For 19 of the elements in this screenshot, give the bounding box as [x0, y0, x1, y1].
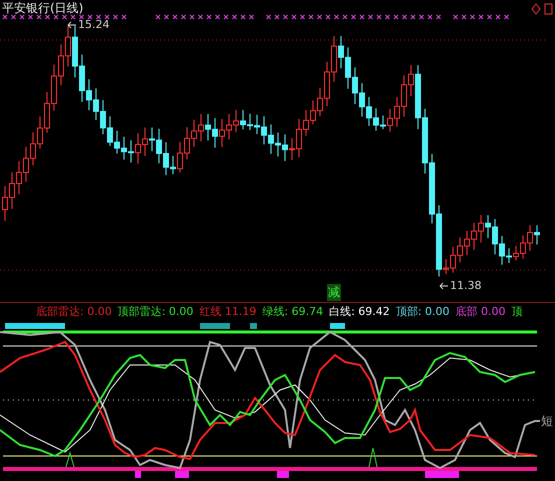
high-pointer-icon: [68, 22, 76, 28]
legend-item: 红线 11.19: [199, 304, 256, 319]
square-icon[interactable]: [544, 4, 552, 14]
legend-item: 顶: [512, 304, 523, 319]
legend-item: 顶部: 0.00: [396, 304, 450, 319]
low-pointer-icon: [440, 282, 448, 290]
peak-marker-icon: [66, 451, 74, 468]
signal-label: 减: [327, 284, 341, 301]
diamond-icon[interactable]: [531, 3, 541, 15]
line-end-label: 短: [541, 413, 553, 430]
peak-marker-icon: [368, 448, 378, 468]
legend-item: 绿线: 69.74: [262, 304, 324, 319]
legend-item: 底部雷达: 0.00: [36, 304, 112, 319]
chart-title: 平安银行(日线): [2, 0, 84, 17]
high-price-label: 15.24: [78, 18, 110, 31]
low-price-label: 11.38: [450, 279, 482, 292]
legend-item: 底部 0.00: [456, 304, 506, 319]
legend-item: 白线: 69.42: [329, 304, 390, 319]
legend-item: 顶部雷达: 0.00: [118, 304, 194, 319]
